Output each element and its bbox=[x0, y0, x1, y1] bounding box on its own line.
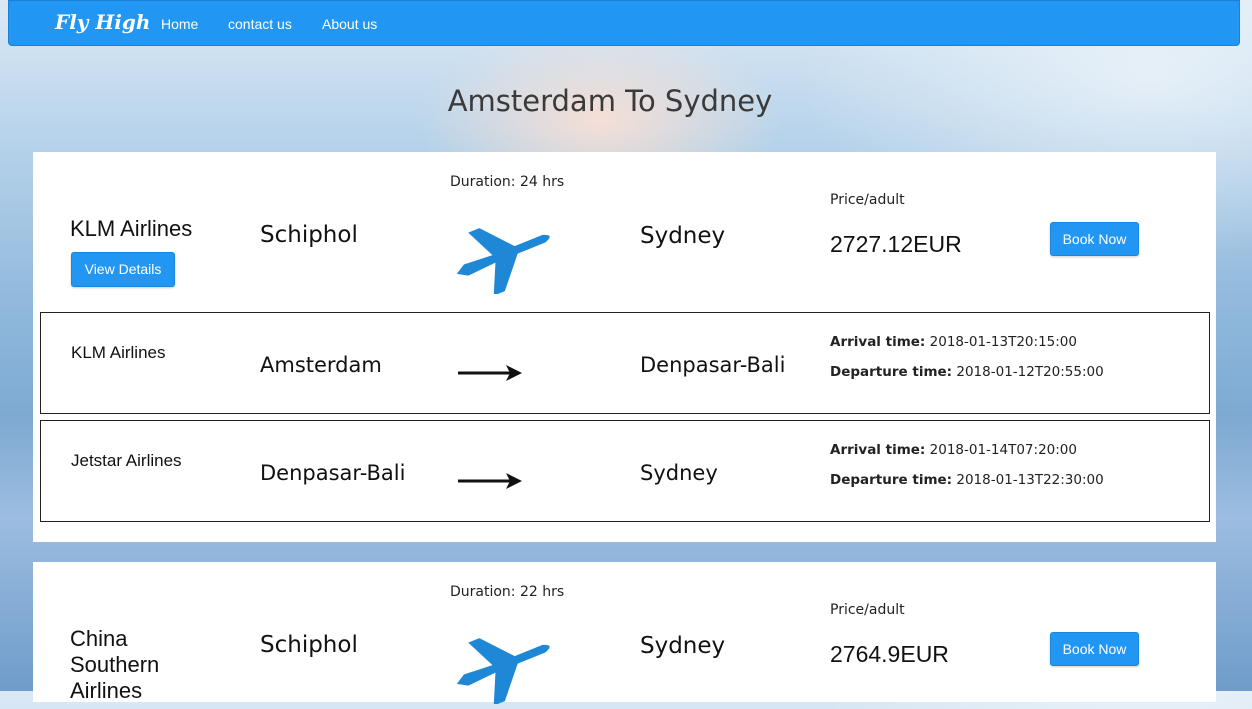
airplane-icon bbox=[451, 624, 561, 709]
nav-link-about[interactable]: About us bbox=[322, 16, 377, 32]
flight-segment: Jetstar Airlines Denpasar-Bali Sydney Ar… bbox=[40, 420, 1210, 522]
arrival-time: Arrival time: 2018-01-14T07:20:00 bbox=[830, 442, 1077, 458]
arrival-label: Arrival time: bbox=[830, 442, 926, 458]
departure-label: Departure time: bbox=[830, 364, 953, 380]
book-now-button[interactable]: Book Now bbox=[1050, 632, 1139, 666]
origin-airport: Schiphol bbox=[260, 222, 358, 248]
segment-airline: Jetstar Airlines bbox=[71, 451, 182, 470]
segment-destination: Denpasar-Bali bbox=[640, 353, 786, 377]
departure-time: Departure time: 2018-01-12T20:55:00 bbox=[830, 364, 1104, 380]
flight-card: KLM Airlines View Details Schiphol Durat… bbox=[33, 152, 1216, 542]
right-arrow-icon bbox=[456, 363, 524, 388]
origin-airport: Schiphol bbox=[260, 632, 358, 658]
price-label: Price/adult bbox=[830, 192, 905, 208]
airplane-icon bbox=[451, 214, 561, 299]
right-arrow-icon bbox=[456, 471, 524, 496]
flight-duration: Duration: 22 hrs bbox=[450, 584, 565, 600]
page-title: Amsterdam To Sydney bbox=[447, 84, 773, 118]
destination-airport: Sydney bbox=[640, 633, 726, 659]
nav-link-home[interactable]: Home bbox=[161, 16, 198, 32]
departure-value: 2018-01-13T22:30:00 bbox=[956, 472, 1104, 488]
book-now-button[interactable]: Book Now bbox=[1050, 222, 1139, 256]
airline-name: China Southern Airlines bbox=[70, 626, 160, 703]
segment-origin: Denpasar-Bali bbox=[260, 461, 406, 485]
arrival-value: 2018-01-13T20:15:00 bbox=[929, 334, 1077, 350]
brand-logo[interactable]: Fly High bbox=[55, 10, 150, 34]
flight-segment: KLM Airlines Amsterdam Denpasar-Bali Arr… bbox=[40, 312, 1210, 414]
price-label: Price/adult bbox=[830, 602, 905, 618]
arrival-value: 2018-01-14T07:20:00 bbox=[929, 442, 1077, 458]
segment-airline: KLM Airlines bbox=[71, 343, 166, 362]
view-details-button[interactable]: View Details bbox=[71, 252, 175, 287]
arrival-time: Arrival time: 2018-01-13T20:15:00 bbox=[830, 334, 1077, 350]
price-value: 2727.12EUR bbox=[830, 231, 962, 257]
destination-airport: Sydney bbox=[640, 223, 726, 249]
departure-time: Departure time: 2018-01-13T22:30:00 bbox=[830, 472, 1104, 488]
navbar: Fly High Home contact us About us bbox=[8, 0, 1240, 46]
flight-duration: Duration: 24 hrs bbox=[450, 174, 565, 190]
segment-origin: Amsterdam bbox=[260, 353, 382, 377]
segment-destination: Sydney bbox=[640, 461, 718, 485]
price-value: 2764.9EUR bbox=[830, 641, 949, 667]
flight-card: China Southern Airlines Schiphol Duratio… bbox=[33, 562, 1216, 706]
departure-value: 2018-01-12T20:55:00 bbox=[956, 364, 1104, 380]
airline-name: KLM Airlines bbox=[70, 216, 193, 241]
nav-link-contact[interactable]: contact us bbox=[228, 16, 292, 32]
arrival-label: Arrival time: bbox=[830, 334, 926, 350]
departure-label: Departure time: bbox=[830, 472, 953, 488]
